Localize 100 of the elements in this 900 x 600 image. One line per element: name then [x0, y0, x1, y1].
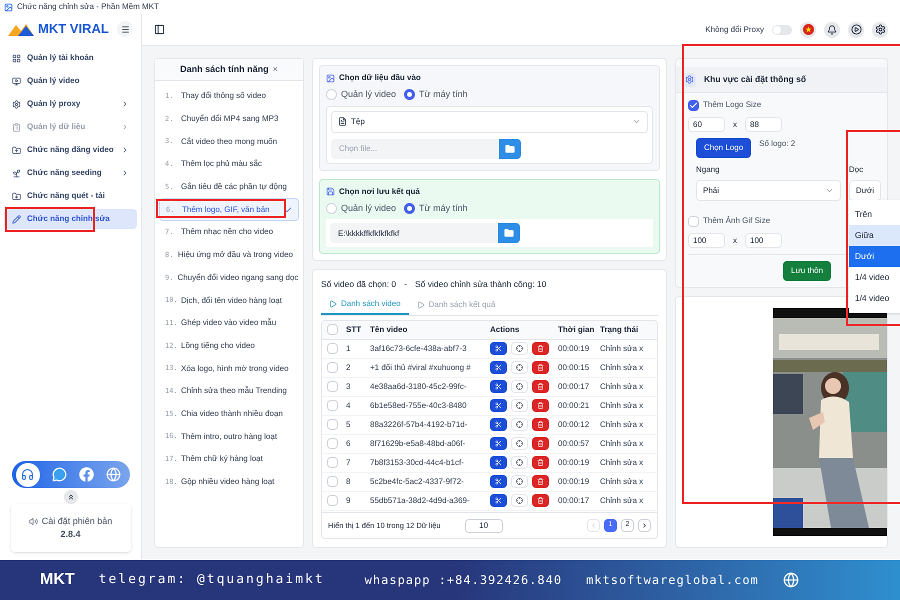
cut-button[interactable]	[490, 380, 507, 394]
notification-button[interactable]	[824, 22, 840, 38]
radio-button[interactable]	[404, 89, 416, 100]
checkbox[interactable]	[326, 457, 338, 468]
checkbox[interactable]	[326, 438, 338, 450]
cut-button[interactable]	[490, 418, 507, 432]
checkbox[interactable]	[326, 419, 338, 430]
delete-button[interactable]	[532, 399, 549, 412]
field-label: Ngang	[696, 164, 721, 176]
height-field[interactable]: 88	[745, 117, 782, 132]
sidebar-item[interactable]: Chức năng chỉnh sửa	[4, 209, 137, 229]
width-field[interactable]: 60	[688, 117, 725, 132]
checkbox[interactable]	[326, 324, 338, 336]
width-field[interactable]: 100	[688, 233, 725, 248]
cut-button[interactable]	[490, 475, 507, 488]
checkbox[interactable]	[688, 216, 699, 226]
table-cell-text: 7b8f3153-30cd-44c4-b1cf-	[369, 456, 465, 469]
radio-option[interactable]: Quản lý video	[326, 202, 396, 215]
delete-button[interactable]	[532, 494, 549, 508]
checkbox[interactable]	[326, 381, 338, 392]
delete-button[interactable]	[532, 380, 549, 394]
dropdown-option[interactable]: Giữa	[848, 225, 900, 246]
folder-button[interactable]	[499, 138, 521, 158]
radio-option[interactable]: Từ máy tính	[404, 88, 468, 102]
delete-button[interactable]	[532, 475, 549, 488]
language-button[interactable]	[800, 22, 816, 38]
sidebar-item[interactable]: Chức năng đăng video	[4, 140, 137, 160]
delete-button[interactable]	[532, 342, 549, 356]
delete-button[interactable]	[532, 361, 549, 374]
play-button[interactable]	[848, 22, 864, 38]
field-label: Dọc	[848, 164, 864, 176]
crop-button[interactable]	[511, 361, 528, 374]
sidebar-item[interactable]: Quản lý proxy	[4, 94, 137, 114]
times-sign: x	[733, 118, 737, 130]
table-cell-text: 55db571a-38d2-4d9d-a369-	[369, 494, 471, 507]
delete-button[interactable]	[532, 456, 549, 470]
support-button[interactable]	[16, 462, 40, 486]
path-field[interactable]: E:\kkkkffkfkfkfkfkf	[330, 223, 498, 243]
table-cell-text: Chỉnh sửa x	[599, 476, 644, 488]
settings-button[interactable]	[872, 22, 888, 38]
radio-option[interactable]: Từ máy tính	[404, 202, 468, 215]
height-field[interactable]: 100	[745, 233, 782, 248]
sidebar-item[interactable]: Quản lý tài khoản	[4, 48, 137, 68]
trash-icon	[537, 364, 544, 372]
menu-button[interactable]	[117, 21, 133, 37]
delete-button[interactable]	[532, 418, 549, 432]
folder-button[interactable]	[498, 223, 520, 243]
proxy-toggle[interactable]	[772, 24, 792, 34]
crop-button[interactable]	[511, 380, 528, 394]
checkbox[interactable]	[326, 362, 338, 374]
page-size-field[interactable]: 10	[464, 518, 503, 532]
checkbox[interactable]	[326, 400, 338, 412]
checkbox[interactable]	[326, 476, 338, 488]
panel-toggle-icon[interactable]	[154, 24, 165, 35]
radio-label: Quản lý video	[341, 202, 396, 215]
collapse-button[interactable]	[64, 490, 78, 504]
dropdown-option[interactable]: Dưới	[848, 246, 900, 267]
radio-button[interactable]	[404, 202, 416, 214]
close-button[interactable]: ×	[272, 62, 278, 76]
dropdown-option[interactable]: Trên	[848, 204, 900, 225]
crop-button[interactable]	[511, 437, 528, 450]
crop-button[interactable]	[511, 418, 528, 432]
radio-option[interactable]: Quản lý video	[326, 88, 396, 102]
type-select[interactable]: Tệp	[331, 110, 648, 132]
file-field[interactable]: Chọn file...	[331, 138, 499, 158]
whatsapp-text: whaspapp :+84.392426.840	[364, 572, 562, 589]
vertical-select[interactable]: Dưới	[848, 180, 881, 201]
horizontal-select[interactable]: Phải	[696, 180, 841, 201]
crop-button[interactable]	[511, 399, 528, 412]
chat-icon[interactable]	[52, 467, 66, 482]
dropdown-option[interactable]: 1/4 video	[848, 267, 900, 288]
dropdown-option[interactable]: 1/4 video	[848, 288, 900, 309]
choose-logo-button[interactable]: Chọn Logo	[696, 138, 752, 158]
table-cell-text: 1	[345, 342, 352, 355]
crop-button[interactable]	[511, 342, 528, 356]
cut-button[interactable]	[490, 361, 507, 374]
cut-button[interactable]	[490, 456, 507, 470]
crop-button[interactable]	[511, 456, 528, 470]
facebook-icon[interactable]	[78, 467, 94, 482]
crop-button[interactable]	[511, 494, 528, 508]
crop-button[interactable]	[511, 475, 528, 488]
scissors-icon	[495, 459, 502, 466]
cut-button[interactable]	[490, 399, 507, 412]
checkbox[interactable]	[326, 343, 338, 354]
app-icon	[4, 2, 13, 12]
globe-icon[interactable]	[106, 467, 120, 482]
sidebar-item[interactable]: Quản lý video	[4, 71, 137, 91]
checkbox[interactable]	[326, 495, 338, 506]
sidebar-item[interactable]: Chức năng quét - tải	[4, 186, 137, 206]
table-cell-text: Chỉnh sửa x	[599, 362, 644, 374]
cut-button[interactable]	[490, 494, 507, 508]
sidebar-item[interactable]: Chức năng seeding	[4, 163, 137, 183]
website-text: mktsoftwareglobal.com	[586, 572, 759, 589]
cut-button[interactable]	[490, 342, 507, 356]
checkbox[interactable]	[688, 100, 699, 110]
table-cell-text: 00:00:12	[557, 418, 590, 431]
crosshair-icon	[516, 459, 523, 466]
save-button[interactable]: Lưu thôn	[783, 261, 832, 281]
delete-button[interactable]	[532, 437, 549, 450]
cut-button[interactable]	[490, 437, 507, 450]
